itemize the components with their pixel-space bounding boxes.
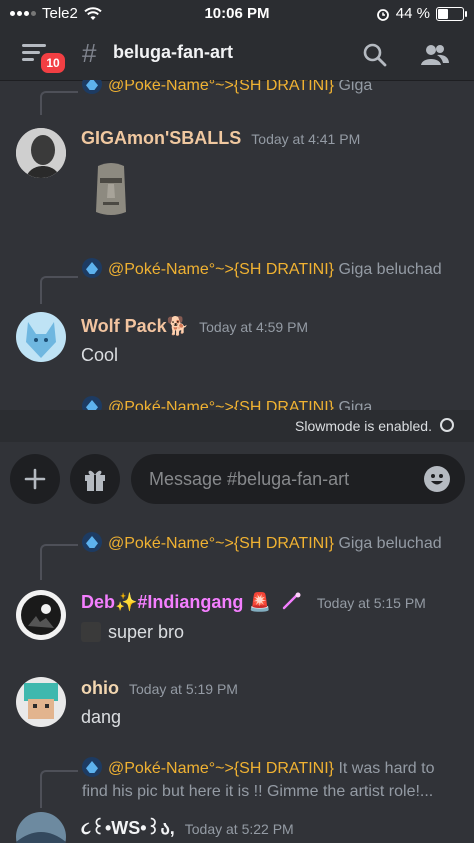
message-author[interactable]: GIGAmon'SBALLS Today at 4:41 PM — [81, 128, 360, 149]
author-name[interactable]: ૮꒰•WS•꒱ა, — [81, 818, 175, 838]
gift-button[interactable] — [70, 454, 120, 504]
reply-avatar — [82, 396, 102, 410]
avatar[interactable] — [16, 312, 66, 362]
channel-header: 10 # beluga-fan-art — [0, 28, 474, 81]
message-content: super bro — [108, 622, 185, 642]
reply-author: @Poké-Name°~>{SH DRATINI} — [108, 760, 334, 777]
slowmode-text: Slowmode is enabled. — [295, 418, 432, 434]
reply-avatar — [82, 757, 102, 777]
unread-badge: 10 — [38, 50, 68, 76]
timestamp: Today at 5:19 PM — [129, 681, 238, 697]
timer-icon — [440, 418, 454, 432]
composer — [0, 442, 474, 520]
reply-avatar — [82, 80, 102, 94]
reply-preview[interactable]: @Poké-Name°~>{SH DRATINI} It was hard to… — [82, 757, 462, 803]
custom-emoji[interactable] — [81, 622, 101, 642]
alarm-icon — [376, 8, 389, 21]
search-icon[interactable] — [360, 40, 390, 70]
message-content: dang — [81, 707, 122, 727]
reply-text: Giga — [338, 80, 373, 94]
gift-icon — [85, 470, 105, 491]
reply-preview[interactable]: @Poké-Name°~>{SH DRATINI} Giga — [82, 396, 462, 410]
author-name[interactable]: Wolf Pack — [81, 316, 167, 336]
message-author[interactable]: ૮꒰•WS•꒱ა, Today at 5:22 PM — [81, 816, 294, 839]
reply-spine — [40, 276, 78, 304]
message-author[interactable]: ohio Today at 5:19 PM — [81, 678, 238, 699]
slowmode-bar: Slowmode is enabled. — [0, 410, 474, 442]
status-bar: Tele2 10:06 PM 44 % — [0, 0, 474, 28]
message-author[interactable]: Wolf Pack🐕 Today at 4:59 PM — [81, 316, 308, 337]
avatar[interactable] — [16, 812, 66, 843]
avatar[interactable] — [16, 677, 66, 727]
timestamp: Today at 4:59 PM — [199, 319, 309, 335]
reply-text: Giga — [338, 399, 373, 410]
reply-spine — [40, 544, 78, 580]
author-name[interactable]: Deb✨#Indiangang — [81, 592, 243, 612]
hash-icon: # — [82, 38, 97, 68]
reply-preview[interactable]: @Poké-Name°~>{SH DRATINI} Giga beluchad — [82, 532, 462, 555]
add-attachment-button[interactable] — [10, 454, 60, 504]
reply-avatar — [82, 532, 102, 552]
timestamp: Today at 5:15 PM — [316, 595, 426, 611]
author-name[interactable]: GIGAmon'SBALLS — [81, 128, 241, 148]
author-name[interactable]: ohio — [81, 678, 119, 698]
avatar[interactable] — [16, 128, 66, 178]
battery-percent: 44 % — [395, 5, 430, 22]
author-emoji: 🐕 — [166, 316, 190, 336]
reply-avatar — [82, 258, 102, 278]
reply-spine — [40, 91, 78, 115]
message-list[interactable]: @Poké-Name°~>{SH DRATINI} Giga GIGAmon'S… — [0, 80, 474, 410]
wand-icon — [282, 592, 301, 610]
reply-preview[interactable]: @Poké-Name°~>{SH DRATINI} Giga beluchad — [82, 258, 462, 281]
moai-emoji-sticker[interactable] — [88, 160, 134, 220]
reply-author: @Poké-Name°~>{SH DRATINI} — [108, 80, 334, 94]
timestamp: Today at 5:22 PM — [184, 821, 294, 837]
message-input[interactable] — [131, 454, 465, 504]
message-list-continued[interactable]: @Poké-Name°~>{SH DRATINI} Giga beluchad … — [0, 520, 474, 843]
plus-icon — [24, 468, 46, 490]
message-author[interactable]: Deb✨#Indiangang 🚨 Today at 5:15 PM — [81, 592, 426, 613]
reply-spine — [40, 770, 78, 808]
members-icon[interactable] — [420, 40, 450, 70]
reply-preview[interactable]: @Poké-Name°~>{SH DRATINI} Giga — [82, 80, 462, 97]
reply-author: @Poké-Name°~>{SH DRATINI} — [108, 535, 334, 552]
message-content: Cool — [81, 345, 119, 365]
timestamp: Today at 4:41 PM — [251, 131, 361, 147]
emoji-icon — [431, 474, 443, 485]
reply-author: @Poké-Name°~>{SH DRATINI} — [108, 261, 334, 278]
author-emoji: 🚨 — [248, 592, 271, 612]
reply-text: Giga beluchad — [338, 535, 442, 552]
reply-author: @Poké-Name°~>{SH DRATINI} — [108, 399, 334, 410]
battery-icon — [436, 6, 467, 21]
avatar[interactable] — [16, 590, 66, 640]
channel-title[interactable]: beluga-fan-art — [113, 42, 233, 63]
reply-text: Giga beluchad — [338, 261, 442, 278]
emoji-button[interactable] — [424, 466, 450, 492]
